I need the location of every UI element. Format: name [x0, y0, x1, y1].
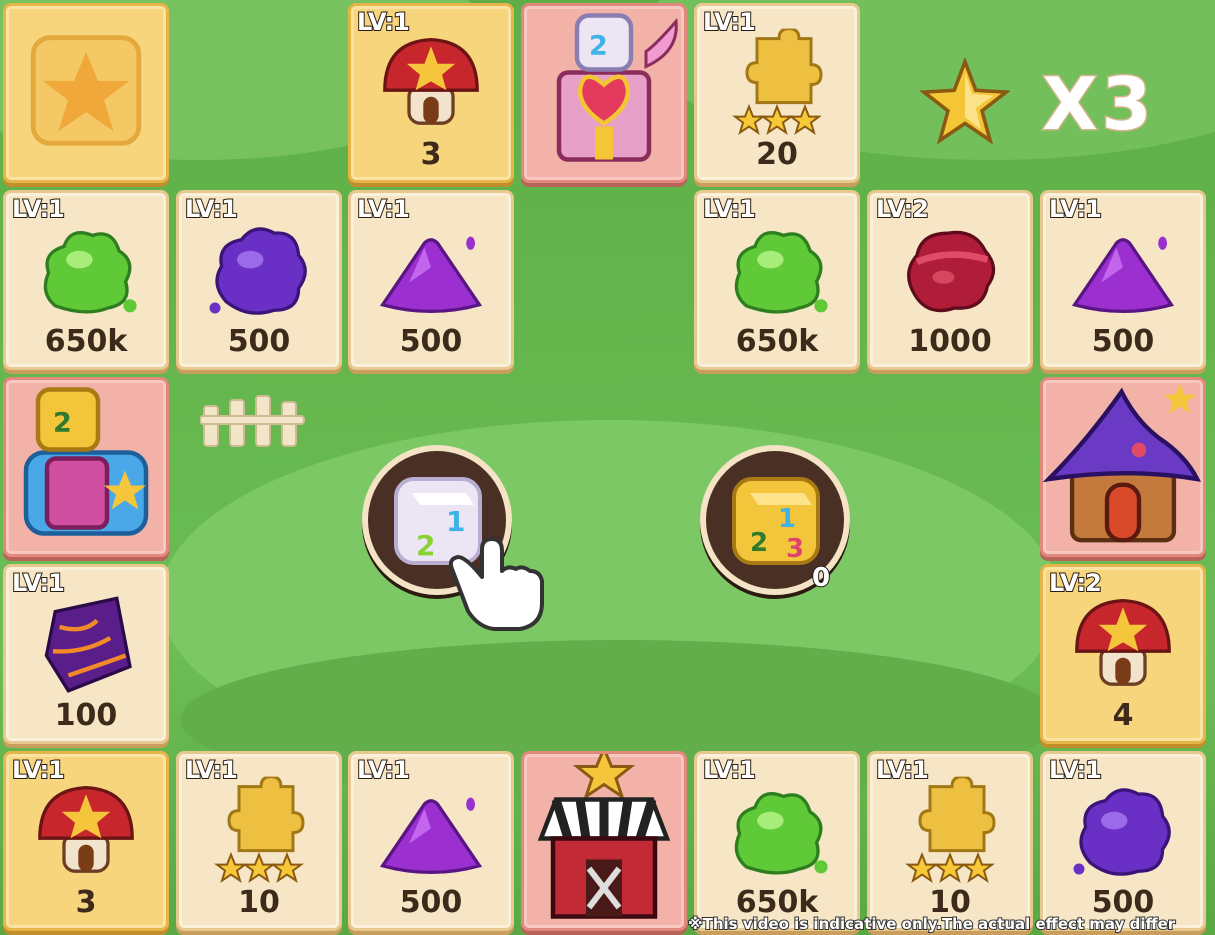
purple-slime-icon — [1068, 777, 1178, 892]
tile-purple-pile-3[interactable]: LV:1 500 — [348, 751, 514, 931]
golden-dice-icon: 1 2 3 — [732, 477, 820, 565]
fence-decoration — [200, 395, 305, 447]
tile-puzzle-bottom-1[interactable]: LV:1 10 — [176, 751, 342, 931]
tile-puzzle-top[interactable]: LV:1 20 — [694, 3, 860, 183]
mushroom-icon — [376, 29, 486, 144]
golden-dice-button[interactable]: 1 2 3 0 — [700, 445, 850, 595]
purple-pile-icon — [1068, 227, 1178, 322]
tile-purple-pile-1[interactable]: LV:1 500 — [348, 190, 514, 370]
tile-reward-value: 500 — [399, 885, 463, 920]
tile-reward-value: 1000 — [908, 324, 992, 359]
purple-pile-icon — [376, 227, 486, 322]
tile-level-label: LV:1 — [702, 755, 757, 785]
tile-level-label: LV:1 — [11, 194, 66, 224]
tile-level-label: LV:1 — [1048, 194, 1103, 224]
svg-text:1: 1 — [778, 504, 796, 534]
multiplier-label: X3 — [1041, 61, 1156, 148]
roll-dice-button[interactable]: 1 2 — [362, 445, 544, 631]
disclaimer-text: ※This video is indicative only.The actua… — [687, 914, 1176, 934]
tile-reward-value: 500 — [399, 324, 463, 359]
tile-green-slime-2[interactable]: LV:1 650k — [694, 190, 860, 370]
tile-reward-value: 20 — [756, 137, 798, 172]
tile-level-label: LV:1 — [184, 755, 239, 785]
tile-level-label: LV:1 — [356, 194, 411, 224]
pointing-hand-icon — [448, 537, 544, 631]
tile-reward-value: 10 — [238, 885, 280, 920]
tile-reward-value: 650k — [735, 324, 819, 359]
tile-level-label: LV:1 — [11, 755, 66, 785]
tile-reward-value: 4 — [1112, 698, 1134, 733]
tile-green-slime-3[interactable]: LV:1 650k — [694, 751, 860, 931]
star-icon — [920, 58, 1010, 144]
tile-level-label: LV:1 — [875, 755, 930, 785]
tile-wizard-house[interactable] — [1040, 377, 1206, 557]
tile-level-label: LV:2 — [1048, 568, 1103, 598]
tile-level-label: LV:1 — [356, 7, 411, 37]
green-slime-icon — [31, 216, 141, 331]
tile-reward-value: 100 — [54, 698, 118, 733]
tile-level-label: LV:1 — [356, 755, 411, 785]
svg-text:2: 2 — [416, 529, 435, 562]
tile-reward-value: 500 — [1091, 324, 1155, 359]
tile-mushroom-right[interactable]: LV:2 4 — [1040, 564, 1206, 744]
tile-level-label: LV:1 — [702, 7, 757, 37]
wizard-house-icon — [1043, 380, 1203, 554]
tile-level-label: LV:1 — [11, 568, 66, 598]
star-icon — [26, 31, 146, 156]
tile-mushroom-top[interactable]: LV:1 3 — [348, 3, 514, 183]
blue-chest-icon: 2 — [11, 380, 161, 554]
red-slime-icon — [895, 216, 1005, 331]
tile-purple-pile-2[interactable]: LV:1 500 — [1040, 190, 1206, 370]
tile-dice-chest-top[interactable]: 2 — [521, 3, 687, 183]
green-slime-icon — [722, 216, 832, 331]
green-slime-icon — [722, 777, 832, 892]
purple-pile-icon — [376, 788, 486, 883]
tile-mushroom-bottom[interactable]: LV:1 3 — [3, 751, 169, 931]
tile-puzzle-bottom-2[interactable]: LV:1 10 — [867, 751, 1033, 931]
crystal-icon — [31, 590, 141, 705]
puzzle-icon — [209, 775, 309, 892]
svg-text:2: 2 — [589, 31, 608, 62]
tile-level-label: LV:1 — [184, 194, 239, 224]
puzzle-icon — [900, 775, 1000, 892]
tile-blue-chest-left[interactable]: 2 — [3, 377, 169, 557]
mushroom-icon — [31, 777, 141, 892]
tile-reward-value: 650k — [44, 324, 128, 359]
tile-level-label: LV:1 — [702, 194, 757, 224]
svg-text:2: 2 — [750, 528, 768, 558]
svg-text:3: 3 — [786, 534, 804, 564]
puzzle-icon — [727, 27, 827, 144]
dice-chest-icon: 2 — [529, 6, 679, 180]
tile-shop[interactable] — [521, 751, 687, 931]
tile-crystal-left[interactable]: LV:1 100 — [3, 564, 169, 744]
tile-green-slime-1[interactable]: LV:1 650k — [3, 190, 169, 370]
svg-text:2: 2 — [53, 408, 72, 439]
purple-slime-icon — [204, 216, 314, 331]
tile-purple-slime-2[interactable]: LV:1 500 — [1040, 751, 1206, 931]
tile-level-label: LV:2 — [875, 194, 930, 224]
tile-reward-value: 3 — [75, 885, 97, 920]
tile-reward-value: 500 — [227, 324, 291, 359]
tile-purple-slime-1[interactable]: LV:1 500 — [176, 190, 342, 370]
golden-dice-count: 0 — [811, 562, 831, 594]
shop-icon — [529, 754, 679, 928]
start-tile[interactable] — [3, 3, 169, 183]
mushroom-icon — [1068, 590, 1178, 705]
tile-level-label: LV:1 — [1048, 755, 1103, 785]
tile-red-slime[interactable]: LV:2 1000 — [867, 190, 1033, 370]
tile-reward-value: 3 — [420, 137, 442, 172]
